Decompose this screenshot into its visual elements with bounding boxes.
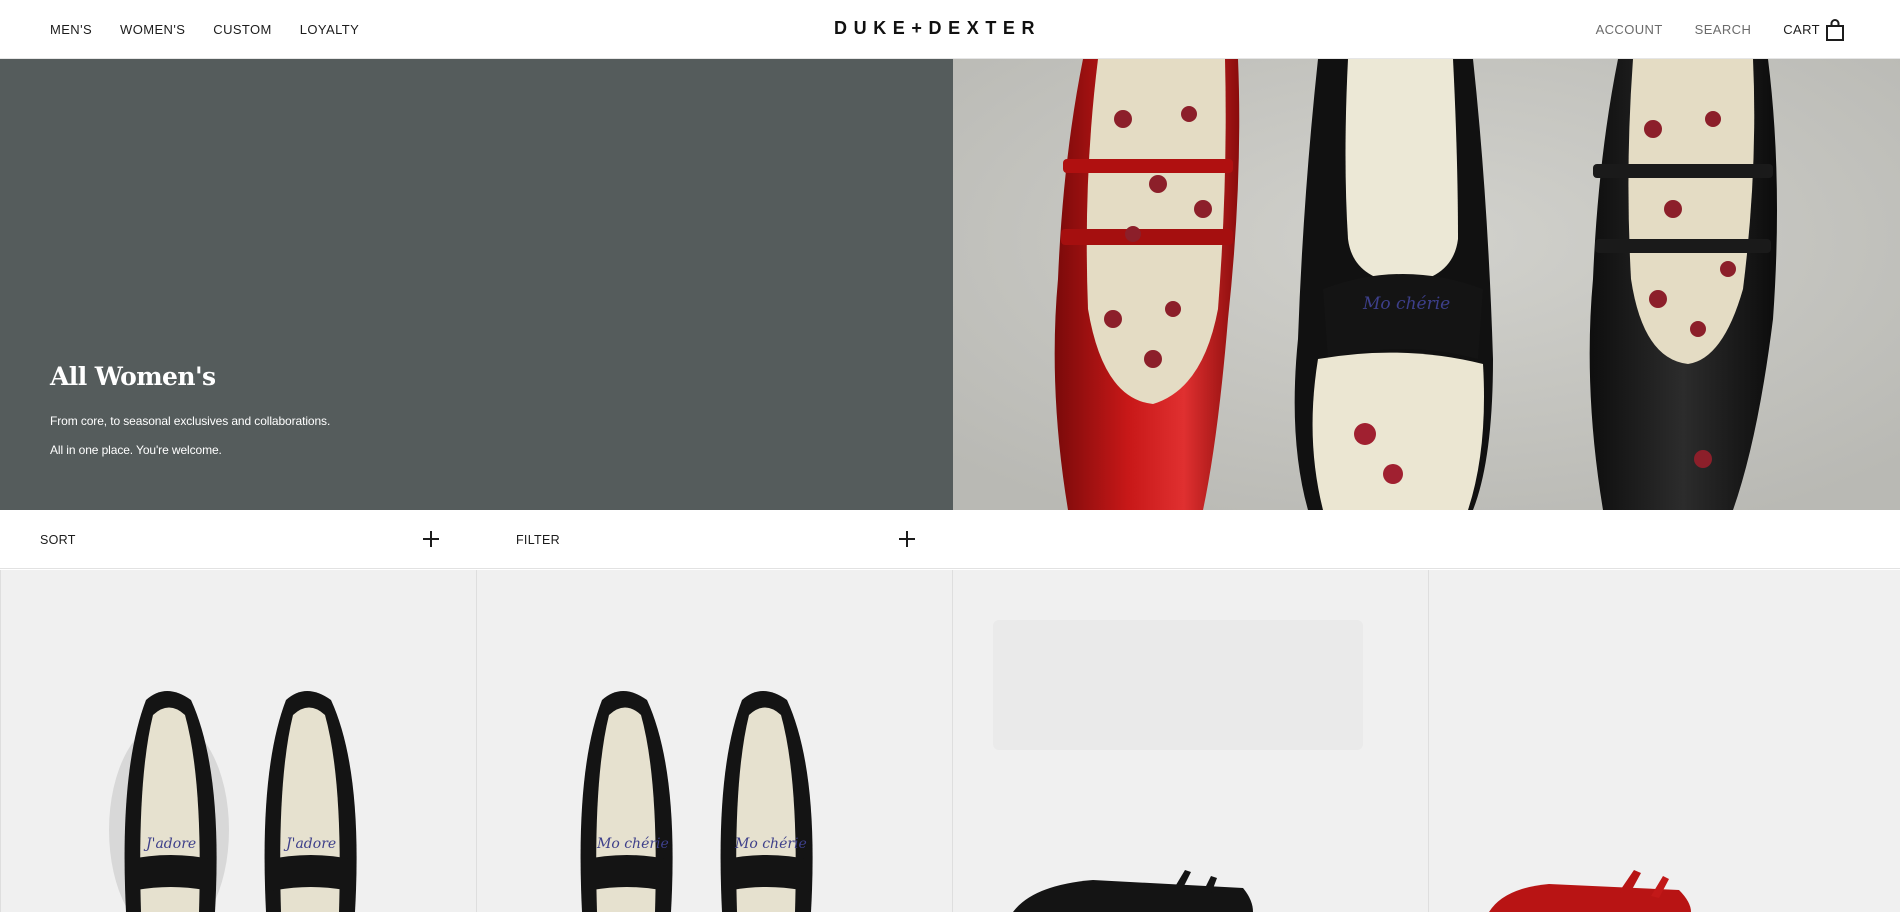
sort-toggle[interactable]: SORT [40, 510, 440, 569]
site-header: MEN'S WOMEN'S CUSTOM LOYALTY DUKE+DEXTER… [0, 0, 1900, 59]
hero-image: Mo chérie [953, 59, 1900, 510]
product-card[interactable]: J'adore J'adore [0, 570, 476, 912]
product-image [1489, 870, 1691, 912]
shopping-bag-icon [1826, 18, 1844, 41]
product-card[interactable]: Mo chérie Mo chérie [476, 570, 952, 912]
nav-womens[interactable]: WOMEN'S [120, 22, 185, 37]
svg-text:J'adore: J'adore [143, 836, 196, 852]
nav-loyalty[interactable]: LOYALTY [300, 22, 359, 37]
product-card[interactable] [952, 570, 1428, 912]
cart-label: CART [1783, 22, 1820, 37]
nav-mens[interactable]: MEN'S [50, 22, 92, 37]
product-grid: J'adore J'adore Mo chérie Mo chérie [0, 570, 1900, 912]
filter-label: FILTER [516, 532, 560, 547]
page-title: All Women's [50, 362, 216, 391]
site-logo[interactable]: DUKE+DEXTER [834, 18, 1041, 39]
hero-description-line1: From core, to seasonal exclusives and co… [50, 414, 331, 428]
svg-text:Mo chérie: Mo chérie [1362, 294, 1450, 314]
hero-description-line2: All in one place. You're welcome. [50, 443, 222, 457]
svg-text:Mo chérie: Mo chérie [734, 836, 807, 852]
hero-text-panel: All Women's From core, to seasonal exclu… [0, 59, 953, 510]
nav-custom[interactable]: CUSTOM [213, 22, 272, 37]
product-card[interactable] [1428, 570, 1900, 912]
collection-toolbar: SORT FILTER [0, 510, 1900, 569]
filter-toggle[interactable]: FILTER [516, 510, 916, 569]
product-image [993, 620, 1363, 912]
sort-label: SORT [40, 532, 76, 547]
product-image: Mo chérie Mo chérie [580, 691, 813, 912]
account-link[interactable]: ACCOUNT [1596, 22, 1663, 37]
product-image: J'adore J'adore [109, 691, 357, 912]
collection-hero: All Women's From core, to seasonal exclu… [0, 59, 1900, 510]
cart-link[interactable]: CART [1783, 18, 1844, 41]
primary-nav: MEN'S WOMEN'S CUSTOM LOYALTY [50, 0, 359, 59]
svg-text:J'adore: J'adore [283, 836, 336, 852]
sort-plus-icon [423, 531, 439, 547]
svg-text:Mo chérie: Mo chérie [596, 836, 669, 852]
utility-nav: ACCOUNT SEARCH CART [1564, 0, 1844, 59]
search-link[interactable]: SEARCH [1695, 22, 1752, 37]
filter-plus-icon [899, 531, 915, 547]
